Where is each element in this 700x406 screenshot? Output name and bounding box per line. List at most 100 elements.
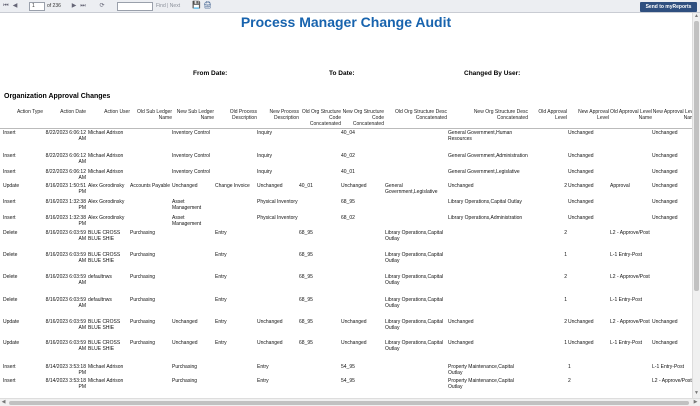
scroll-left-icon[interactable]: ◀ [0,399,7,406]
table-cell: 54_95 [341,364,355,370]
column-header[interactable]: Action Date [42,109,86,115]
table-cell: Alex Gorodinsky [88,199,125,205]
table-cell: 8/16/2023 6:03:59 AM [45,297,86,309]
table-cell: Insert [3,130,16,136]
table-cell: Physical Inventory [257,199,298,205]
table-cell: L-1 Entry-Post [610,340,642,346]
table-cell: BLUE CROSS BLUE SHIE [88,340,121,352]
report-body: Process Manager Change Audit From Date: … [0,13,692,398]
table-cell: Unchanged [568,169,594,175]
table-cell: Entry [215,274,227,280]
table-cell: defaultnws [88,274,112,280]
header-divider [0,128,692,129]
previous-page-icon[interactable]: ◀ [11,2,19,11]
column-header[interactable]: Old Org Structure Code Concatenated [299,109,341,127]
table-cell: Inventory Control [172,153,211,159]
from-date-label: From Date: [193,70,228,77]
horizontal-scroll-thumb[interactable] [9,401,689,405]
print-icon[interactable]: 🖨 [203,2,212,10]
column-header[interactable]: New Approval Level Name [652,109,692,121]
scroll-up-icon[interactable]: ▲ [693,13,700,20]
table-cell: Unchanged [341,319,367,325]
table-cell: Unchanged [652,169,678,175]
table-cell: Purchasing [130,274,156,280]
table-cell: Update [3,319,20,325]
refresh-icon[interactable]: ⟳ [98,2,106,11]
column-header[interactable]: Old Approval Level Name [610,109,652,121]
table-cell: Unchanged [652,183,678,189]
table-cell: Unchanged [448,319,474,325]
table-cell: Insert [3,364,16,370]
column-header[interactable]: Old Sub Ledger Name [130,109,172,121]
table-cell: Library Operations,Capital Outlay [385,252,444,264]
column-header[interactable]: Action User [88,109,130,115]
table-cell: BLUE CROSS BLUE SHIE [88,252,121,264]
horizontal-scrollbar[interactable]: ◀ ▶ [0,398,700,406]
table-cell: 68_95 [299,252,313,258]
page-number-input[interactable]: 1 [29,2,45,11]
table-cell: Update [3,340,20,346]
vertical-scrollbar[interactable]: ▲ ▼ [692,13,700,398]
column-header[interactable]: Old Process Description [215,109,257,121]
table-cell: Library Operations,Administration [448,215,523,221]
table-cell: Asset Management [172,215,202,227]
table-cell: Delete [3,297,18,303]
first-page-icon[interactable]: ⏮ [2,2,10,11]
vertical-scroll-thumb[interactable] [694,21,699,291]
column-header[interactable]: New Approval Level [568,109,609,121]
scroll-right-icon[interactable]: ▶ [692,399,699,406]
table-cell: Insert [3,153,16,159]
table-cell: Entry [215,340,227,346]
table-cell: 1 [564,252,567,258]
column-header[interactable]: New Sub Ledger Name [172,109,214,121]
table-cell: Purchasing [130,230,156,236]
table-cell: Inventory Control [172,130,211,136]
table-cell: Library Operations,Capital Outlay [385,319,444,331]
find-input[interactable] [117,2,153,11]
table-cell: L-1 Entry-Post [610,252,642,258]
table-cell: 1 [564,340,567,346]
export-icon[interactable]: 💾 [192,2,201,10]
table-cell: 8/16/2023 6:03:59 AM [45,340,86,352]
table-cell: 8/16/2023 1:50:51 PM [45,183,86,195]
table-cell: Michael Adrison [88,169,124,175]
table-cell: Purchasing [172,364,198,370]
table-cell: 8/16/2023 6:03:59 AM [45,252,86,264]
table-cell: Unchanged [568,340,594,346]
table-cell: Unchanged [257,319,283,325]
scroll-down-icon[interactable]: ▼ [693,390,700,397]
next-page-icon[interactable]: ▶ [70,2,78,11]
table-cell: 40_04 [341,130,355,136]
column-header[interactable]: Old Approval Level [530,109,567,121]
table-cell: Entry [215,230,227,236]
table-cell: Purchasing [130,319,156,325]
table-cell: Unchanged [652,199,678,205]
column-header[interactable]: New Process Description [257,109,299,121]
last-page-icon[interactable]: ⏭ [79,2,87,11]
table-cell: Purchasing [130,252,156,258]
send-to-myreports-button[interactable]: Send to myReports [640,2,697,12]
table-cell: Entry [257,378,269,384]
changed-by-user-label: Changed By User: [464,70,521,77]
table-cell: Insert [3,169,16,175]
column-header[interactable]: New Org Structure Desc Concatenated [448,109,528,121]
table-cell: 2 [564,230,567,236]
table-cell: Purchasing [130,340,156,346]
find-next-link[interactable]: Find | Next [156,2,180,11]
to-date-label: To Date: [329,70,355,77]
table-cell: Unchanged [652,130,678,136]
column-header[interactable]: Old Org Structure Desc Concatenated [385,109,447,121]
table-cell: Unchanged [172,319,198,325]
table-cell: Unchanged [568,130,594,136]
table-cell: Unchanged [448,183,474,189]
table-cell: General Government,Legislative [385,183,438,195]
column-header[interactable]: New Org Structure Code Concatenated [341,109,384,127]
table-cell: 8/14/2023 3:53:18 PM [45,378,86,390]
table-cell: 68_95 [299,340,313,346]
table-cell: Michael Adrison [88,364,124,370]
column-header[interactable]: Action Type [3,109,43,115]
table-cell: 68_95 [341,199,355,205]
table-cell: Unchanged [341,340,367,346]
table-cell: defaultnws [88,297,112,303]
table-cell: L2 - Approve/Post [610,274,650,280]
